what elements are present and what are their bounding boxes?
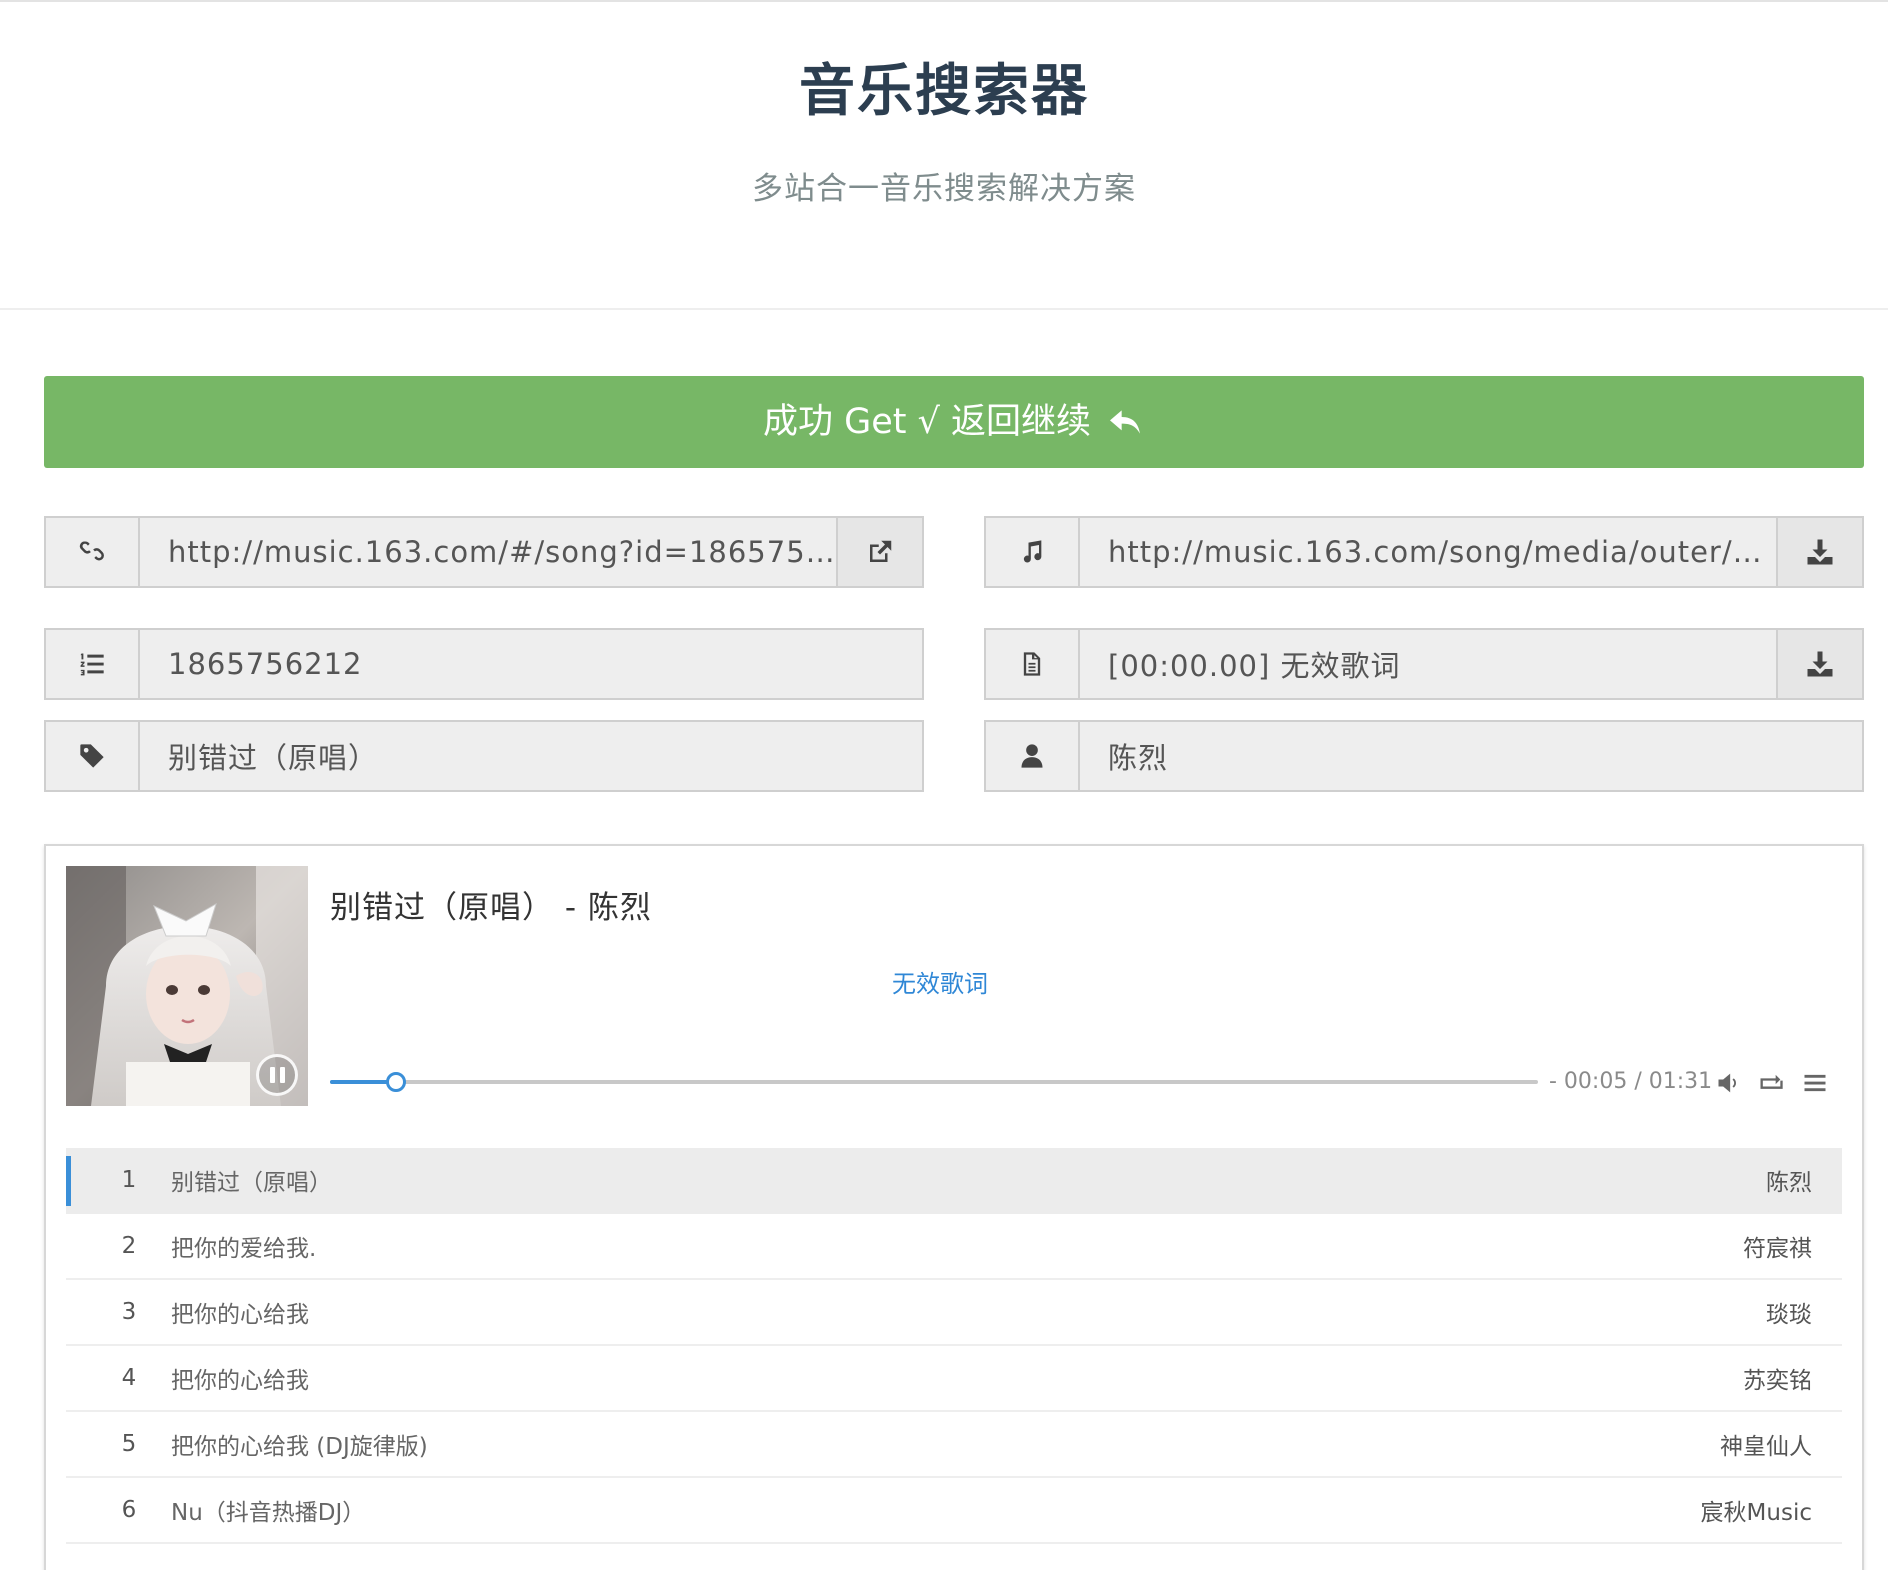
volume-icon — [1718, 1073, 1736, 1093]
playlist-row[interactable]: 5 把你的心给我 (DJ旋律版) 神皇仙人 — [66, 1412, 1842, 1478]
album-cover — [66, 866, 308, 1106]
music-player: 别错过（原唱） - 陈烈 无效歌词 - 00:05 / 01:31 1 别错过（原… — [44, 844, 1864, 1570]
playlist-menu-icon — [1804, 1074, 1826, 1092]
playlist-row[interactable]: 3 把你的心给我 琰琰 — [66, 1280, 1842, 1346]
song-name-field: 别错过（原唱） — [44, 720, 924, 792]
current-lyric: 无效歌词 — [892, 970, 988, 998]
playlist-row-number: 6 — [121, 1497, 137, 1523]
download-audio-button[interactable] — [1776, 518, 1862, 586]
artist-input[interactable]: 陈烈 — [1080, 722, 1862, 790]
lyrics-input[interactable]: [00:00.00] 无效歌词 — [1080, 630, 1776, 698]
playlist-row-number: 1 — [121, 1167, 137, 1193]
pause-icon-bar — [279, 1067, 285, 1083]
playlist: 1 别错过（原唱） 陈烈 2 把你的爱给我. 符宸祺 3 把你的心给我 琰琰 4 把你的心给我 苏奕铭… — [66, 1148, 1842, 1544]
download-icon — [1807, 539, 1833, 565]
loop-button[interactable] — [1756, 1068, 1786, 1098]
pause-button[interactable] — [256, 1054, 298, 1096]
time-display: - 00:05 / 01:31 — [1549, 1069, 1713, 1094]
now-playing-separator: - — [554, 890, 588, 926]
song-id-addon — [46, 630, 140, 698]
now-playing-song: 别错过（原唱） — [330, 890, 554, 926]
playlist-row-title: 把你的心给我 — [171, 1368, 309, 1394]
song-link-input[interactable]: http://music.163.com/#/song?id=186575621… — [140, 518, 836, 586]
playlist-row-artist: 陈烈 — [1766, 1170, 1812, 1196]
page-header: 音乐搜索器 多站合一音乐搜索解决方案 — [0, 2, 1888, 310]
success-button-label: 成功 Get √ 返回继续 — [762, 402, 1092, 442]
playlist-row-number: 2 — [121, 1233, 137, 1259]
loop-icon — [1760, 1074, 1783, 1089]
song-name-input[interactable]: 别错过（原唱） — [140, 722, 922, 790]
link-icon — [79, 541, 104, 561]
playlist-toggle-button[interactable] — [1800, 1068, 1830, 1098]
playlist-row-number: 5 — [121, 1431, 137, 1457]
progress-bar[interactable] — [330, 1072, 1538, 1092]
playlist-row-title: 把你的爱给我. — [171, 1236, 317, 1262]
user-icon — [1021, 744, 1043, 768]
song-link-addon — [46, 518, 140, 586]
list-ol-icon — [80, 653, 104, 676]
tag-icon — [80, 744, 104, 768]
lyrics-field: [00:00.00] 无效歌词 — [984, 628, 1864, 700]
download-icon — [1807, 651, 1833, 677]
playlist-row-title: 别错过（原唱） — [171, 1170, 332, 1196]
now-playing-title: 别错过（原唱） - 陈烈 — [330, 886, 652, 930]
external-link-icon — [870, 540, 892, 562]
music-note-icon — [1023, 540, 1042, 563]
playlist-row-artist: 宸秋Music — [1700, 1500, 1812, 1526]
song-id-field: 1865756212 — [44, 628, 924, 700]
playlist-row-artist: 琰琰 — [1766, 1302, 1812, 1328]
song-name-addon — [46, 722, 140, 790]
playlist-row-artist: 符宸祺 — [1743, 1236, 1812, 1262]
pause-icon-bar — [269, 1067, 275, 1083]
open-link-button[interactable] — [836, 518, 922, 586]
playlist-row[interactable]: 6 Nu（抖音热播DJ） 宸秋Music — [66, 1478, 1842, 1544]
now-playing-artist: 陈烈 — [587, 890, 652, 926]
playlist-row-title: Nu（抖音热播DJ） — [171, 1500, 366, 1526]
page-subtitle: 多站合一音乐搜索解决方案 — [752, 171, 1136, 207]
playlist-row-artist: 苏奕铭 — [1743, 1368, 1812, 1394]
audio-url-addon — [986, 518, 1080, 586]
song-id-input[interactable]: 1865756212 — [140, 630, 922, 698]
page-title: 音乐搜索器 — [799, 59, 1089, 124]
audio-url-field: http://music.163.com/song/media/outer/ur… — [984, 516, 1864, 588]
playlist-row-number: 4 — [121, 1365, 137, 1391]
progress-thumb[interactable] — [386, 1072, 406, 1092]
document-icon — [1023, 652, 1041, 676]
playlist-row[interactable]: 1 别错过（原唱） 陈烈 — [66, 1148, 1842, 1214]
playlist-row-title: 把你的心给我 (DJ旋律版) — [171, 1434, 428, 1460]
lyrics-addon — [986, 630, 1080, 698]
success-return-button[interactable]: 成功 Get √ 返回继续 — [44, 376, 1864, 468]
artist-addon — [986, 722, 1080, 790]
song-link-field: http://music.163.com/#/song?id=186575621… — [44, 516, 924, 588]
playlist-row[interactable]: 2 把你的爱给我. 符宸祺 — [66, 1214, 1842, 1280]
volume-button[interactable] — [1714, 1068, 1744, 1098]
playlist-row-title: 把你的心给我 — [171, 1302, 309, 1328]
reply-icon — [1110, 410, 1141, 434]
artist-field: 陈烈 — [984, 720, 1864, 792]
audio-url-input[interactable]: http://music.163.com/song/media/outer/ur… — [1080, 518, 1776, 586]
download-lyrics-button[interactable] — [1776, 630, 1862, 698]
playlist-row[interactable]: 4 把你的心给我 苏奕铭 — [66, 1346, 1842, 1412]
playlist-row-number: 3 — [121, 1299, 137, 1325]
playlist-row-artist: 神皇仙人 — [1720, 1434, 1812, 1460]
